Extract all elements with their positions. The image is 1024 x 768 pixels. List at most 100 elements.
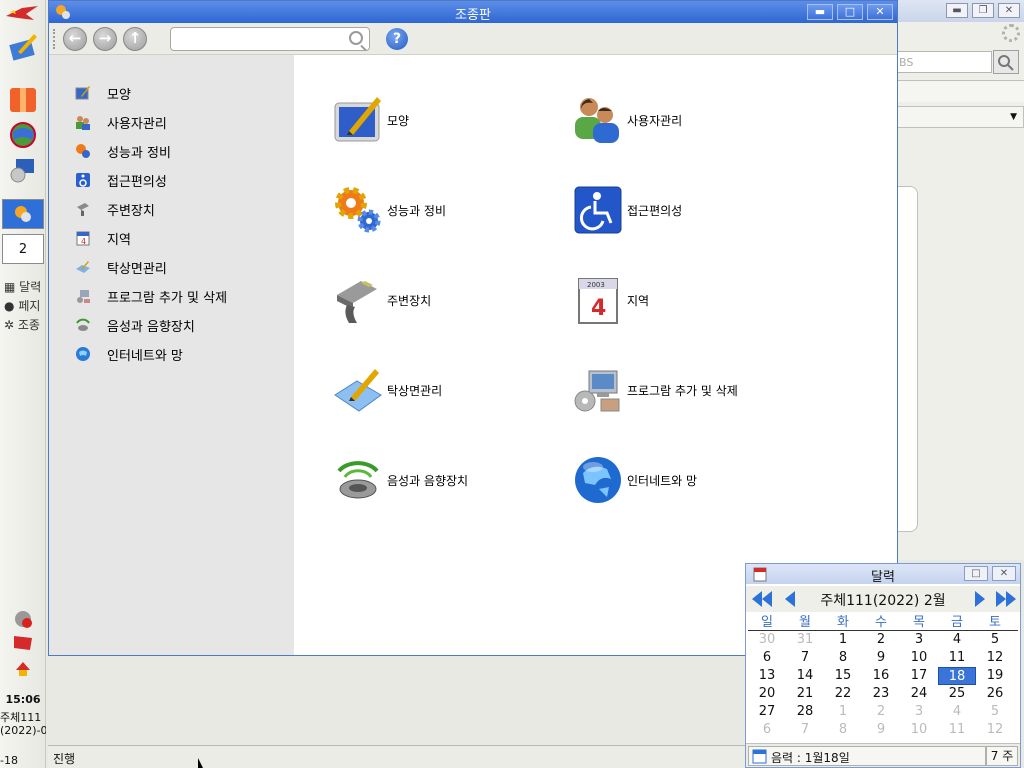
calendar-day[interactable]: 24 [900,685,938,703]
weekday-tue: 화 [837,615,849,630]
calendar-day[interactable]: 28 [786,703,824,721]
grid-item-region[interactable]: 2003 4 지역 [573,274,649,326]
calendar-day[interactable]: 16 [862,667,900,685]
sidebar-item-accessibility[interactable]: 접근편의성 [75,169,167,191]
sidebar-item-peripherals[interactable]: 주변장치 [75,198,155,220]
sidebar-item-desktop[interactable]: 탁상면관리 [75,256,167,278]
calendar-day[interactable]: 4 [938,631,976,649]
calendar-day[interactable]: 3 [900,703,938,721]
calendar-day[interactable]: 7 [786,649,824,667]
calendar-day[interactable]: 3 [900,631,938,649]
calendar-maximize-button[interactable]: □ [964,566,988,581]
calendar-day[interactable]: 12 [976,649,1014,667]
calendar-day[interactable]: 20 [748,685,786,703]
grid-item-desktop[interactable]: 탁상면관리 [333,364,442,416]
calendar-day[interactable]: 27 [748,703,786,721]
bg-maximize-button[interactable]: ❐ [972,3,994,18]
calendar-day[interactable]: 4 [938,703,976,721]
calendar-day[interactable]: 8 [824,721,862,739]
calendar-day[interactable]: 19 [976,667,1014,685]
calendar-day[interactable]: 23 [862,685,900,703]
sidebar-item-appearance[interactable]: 모양 [75,82,131,104]
bg-minimize-button[interactable]: ▬ [946,3,968,18]
grid-item-internet[interactable]: 인터네트와 망 [573,454,697,506]
calendar-close-button[interactable]: ✕ [992,566,1016,581]
calendar-day[interactable]: 26 [976,685,1014,703]
sidebar-item-sound[interactable]: 음성과 음향장치 [75,314,195,336]
bg-search-input[interactable]: BS [892,51,992,73]
calendar-day[interactable]: 9 [862,721,900,739]
clock-time[interactable]: 15:06 [0,693,46,706]
maximize-button[interactable]: □ [837,4,863,20]
calendar-day[interactable]: 12 [976,721,1014,739]
calendar-day[interactable]: 11 [938,721,976,739]
calendar-day[interactable]: 1 [824,703,862,721]
calendar-day[interactable]: 13 [748,667,786,685]
gear-icon[interactable] [1002,24,1020,42]
calendar-day[interactable]: 22 [824,685,862,703]
search-input[interactable] [170,27,370,51]
task-control[interactable]: ✲ 조종 [4,316,46,333]
sidebar-item-users[interactable]: 사용자관리 [75,111,167,133]
calendar-day[interactable]: 10 [900,721,938,739]
calendar-day[interactable]: 5 [976,631,1014,649]
grid-item-appearance[interactable]: 모양 [333,94,409,146]
calendar-day[interactable]: 10 [900,649,938,667]
calendar-day[interactable]: 1 [824,631,862,649]
grid-item-accessibility[interactable]: 접근편의성 [573,184,682,236]
bg-dropdown[interactable]: ▼ [892,106,1024,128]
back-button[interactable]: ← [63,27,87,51]
calendar-day[interactable]: 7 [786,721,824,739]
calendar-day[interactable]: 14 [786,667,824,685]
bg-search-button[interactable] [993,50,1019,74]
calendar-day[interactable]: 9 [862,649,900,667]
calendar-day[interactable]: 5 [976,703,1014,721]
calendar-day[interactable]: 2 [862,631,900,649]
calendar-day[interactable]: 25 [938,685,976,703]
workspace-switcher[interactable]: 2 [2,234,44,264]
next-month-icon[interactable] [970,589,990,609]
bg-close-button[interactable]: ✕ [998,3,1020,18]
calendar-day[interactable]: 18 [938,667,976,685]
sidebar-item-performance[interactable]: 성능과 정비 [75,140,171,162]
calendar-day[interactable]: 11 [938,649,976,667]
calendar-titlebar[interactable]: 달력 □ ✕ [746,564,1020,585]
task-button-control-panel[interactable] [2,199,44,229]
up-button[interactable]: ↑ [123,27,147,51]
calendar-day[interactable]: 15 [824,667,862,685]
forward-button[interactable]: → [93,27,117,51]
window-titlebar[interactable]: 조종판 ▬ □ ✕ [49,1,897,23]
task-calendar[interactable]: ▦ 달력 [4,278,46,295]
calendar-day[interactable]: 30 [748,631,786,649]
toolbar-grip[interactable] [53,29,57,49]
sidebar-item-region[interactable]: 4 지역 [75,227,131,249]
lunar-date-field[interactable]: 음력 : 1월18일 [748,746,986,766]
sidebar-item-internet[interactable]: 인터네트와 망 [75,343,183,365]
calendar-day[interactable]: 8 [824,649,862,667]
grid-item-sound[interactable]: 음성과 음향장치 [333,454,468,506]
task-browser[interactable]: ● 페지 [4,297,46,314]
sidebar-item-programs[interactable]: 프로그람 추가 및 삭제 [75,285,227,307]
pen-board-icon[interactable] [8,32,38,62]
network-disconnected-icon[interactable] [12,608,34,630]
flag-icon[interactable] [12,634,34,654]
calendar-day[interactable]: 17 [900,667,938,685]
calendar-day[interactable]: 31 [786,631,824,649]
calendar-day[interactable]: 6 [748,649,786,667]
grid-item-users[interactable]: 사용자관리 [573,94,682,146]
calendar-day[interactable]: 21 [786,685,824,703]
help-button[interactable]: ? [386,28,408,50]
grid-item-peripherals[interactable]: 주변장치 [333,274,431,326]
next-year-icon[interactable] [994,589,1018,609]
grid-item-programs[interactable]: 프로그람 추가 및 삭제 [573,364,738,416]
media-icon[interactable] [8,155,38,185]
globe-icon[interactable] [8,120,38,150]
close-button[interactable]: ✕ [867,4,893,20]
home-icon[interactable] [14,660,32,678]
minimize-button[interactable]: ▬ [807,4,833,20]
star-flag-icon[interactable] [4,2,40,24]
package-icon[interactable] [8,84,38,114]
calendar-day[interactable]: 2 [862,703,900,721]
calendar-day[interactable]: 6 [748,721,786,739]
grid-item-performance[interactable]: 성능과 정비 [333,184,446,236]
